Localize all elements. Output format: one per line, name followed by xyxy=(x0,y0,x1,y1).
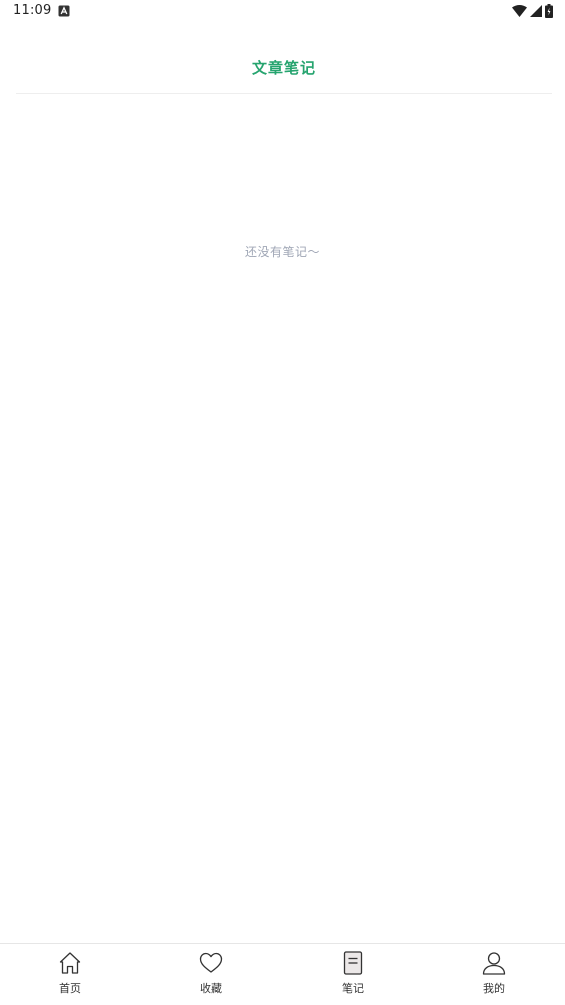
tab-home[interactable]: 首页 xyxy=(30,944,110,1005)
battery-icon xyxy=(545,4,553,18)
user-icon xyxy=(482,952,506,975)
tab-notes-label: 笔记 xyxy=(342,982,364,995)
home-icon xyxy=(59,952,81,974)
tab-me-label: 我的 xyxy=(483,982,505,995)
tab-home-label: 首页 xyxy=(59,982,81,995)
empty-state-message: 还没有笔记～ xyxy=(244,245,320,259)
tab-favorites-label: 收藏 xyxy=(200,982,222,995)
note-icon xyxy=(343,951,363,975)
page-title: 文章笔记 xyxy=(251,59,316,77)
tab-notes[interactable]: 笔记 xyxy=(313,944,393,1005)
app-notification-icon xyxy=(58,5,70,17)
status-icons xyxy=(512,4,553,18)
status-time: 11:09 xyxy=(13,3,52,18)
page-header: 文章笔记 xyxy=(16,40,552,94)
signal-icon xyxy=(530,5,542,17)
tab-favorites[interactable]: 收藏 xyxy=(171,944,251,1005)
wifi-icon xyxy=(512,5,527,17)
status-bar: 11:09 xyxy=(0,0,565,24)
tab-me[interactable]: 我的 xyxy=(454,944,534,1005)
heart-icon xyxy=(199,952,223,973)
bottom-tab-bar: 首页 收藏 笔记 我的 xyxy=(0,943,565,1005)
